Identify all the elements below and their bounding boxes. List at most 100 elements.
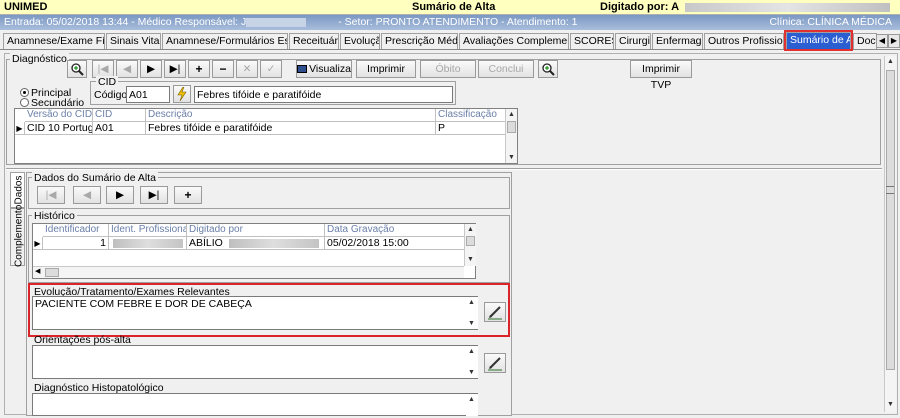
splitter[interactable]: [6, 168, 882, 170]
imprimir-tvp-button[interactable]: Imprimir TVP: [630, 60, 692, 91]
col-classificacao[interactable]: Classificação: [436, 109, 506, 122]
col-descricao[interactable]: Descrição: [146, 109, 436, 122]
last-record-button[interactable]: ▶|: [164, 60, 186, 78]
sumario-add-button[interactable]: +: [174, 186, 202, 204]
sumario-last-button[interactable]: ▶|: [140, 186, 168, 204]
historico-scrollbar[interactable]: ▲ ▼: [464, 224, 476, 266]
table-cell[interactable]: P: [436, 122, 506, 135]
scroll-thumb[interactable]: [507, 121, 516, 133]
tab-avaliacoes-complementares[interactable]: Avaliações Complementares: [459, 33, 569, 49]
search-icon[interactable]: [67, 60, 87, 78]
confirm-edit-button[interactable]: ✓: [260, 60, 282, 78]
diagnostico-legend: Diagnóstico: [10, 53, 69, 65]
row-indicator-icon: ▶: [15, 122, 25, 135]
table-cell[interactable]: 05/02/2018 15:00: [325, 237, 465, 250]
col-data-gravacao[interactable]: Data Gravação: [325, 224, 465, 237]
table-cell[interactable]: A01: [93, 122, 146, 135]
hscroll-thumb[interactable]: [45, 268, 59, 277]
tab-sinais-vitais[interactable]: Sinais Vitais: [106, 33, 161, 49]
tab-anamnese-formularios[interactable]: Anamnese/Formulários Especiais: [162, 33, 288, 49]
tab-prescricao-medica[interactable]: Prescrição Médica: [381, 33, 458, 49]
redacted-doctor-blur: [246, 18, 306, 27]
scroll-left-icon[interactable]: ◀: [35, 267, 40, 275]
scroll-thumb[interactable]: [466, 236, 475, 246]
diagnostico-histo-scrollbar[interactable]: ▲: [466, 394, 478, 416]
radio-secundario-dot[interactable]: [20, 98, 29, 107]
codigo-label: Código: [94, 89, 128, 101]
cid-descricao-input[interactable]: Febres tifóide e paratifóide: [194, 86, 453, 103]
info-bar: Entrada: 05/02/2018 13:44 - Médico Respo…: [0, 15, 900, 30]
zoom-icon[interactable]: [538, 60, 558, 78]
scroll-up-icon[interactable]: ▲: [885, 56, 896, 67]
highlight-box: [28, 283, 510, 337]
scroll-down-icon[interactable]: ▼: [506, 152, 517, 163]
table-cell[interactable]: Febres tifóide e paratifóide: [146, 122, 436, 135]
row-indicator-icon: ▶: [33, 237, 43, 250]
table-cell[interactable]: 1: [43, 237, 109, 250]
sector-text: - Setor: PRONTO ATENDIMENTO - Atendiment…: [338, 16, 578, 28]
side-tab-complemento[interactable]: Complemento: [10, 205, 25, 267]
tab-enfermagem[interactable]: Enfermagem: [652, 33, 703, 49]
conclui-button[interactable]: Conclui: [478, 60, 534, 78]
cid-grid: Versão do CID CID Descrição Classificaçã…: [14, 108, 518, 164]
sumario-next-button[interactable]: ▶: [106, 186, 134, 204]
cancel-edit-button[interactable]: ✕: [236, 60, 258, 78]
delete-record-button[interactable]: −: [212, 60, 234, 78]
cid-legend: CID: [96, 76, 119, 88]
tab-scroll-right-icon[interactable]: ▶: [888, 34, 900, 48]
main-tabs: Anamnese/Exame Físico Sinais Vitais Anam…: [0, 30, 900, 51]
col-digitado-por[interactable]: Digitado por: [187, 224, 325, 237]
visualiza-button[interactable]: Visualiza: [296, 60, 352, 78]
diagnostico-histo-textarea[interactable]: [32, 393, 478, 416]
title-bar: UNIMED Sumário de Alta Digitado por: A: [0, 0, 900, 15]
scroll-down-icon[interactable]: ▼: [885, 399, 896, 410]
main-vscrollbar[interactable]: ▲ ▼: [884, 56, 896, 412]
historico-grid: Identificador Ident. Profissional Digita…: [32, 223, 476, 279]
tab-scores[interactable]: SCORES: [570, 33, 614, 49]
tab-anamnese-exame-fisico[interactable]: Anamnese/Exame Físico: [3, 33, 105, 49]
scroll-up-icon[interactable]: ▲: [466, 346, 477, 357]
obito-button[interactable]: Óbito: [420, 60, 476, 78]
table-cell[interactable]: CID 10 Português: [25, 122, 93, 135]
side-tab-dados[interactable]: Dados: [10, 172, 25, 208]
orientacoes-scrollbar[interactable]: ▲ ▼: [466, 346, 478, 378]
col-identificador[interactable]: Identificador: [43, 224, 109, 237]
scroll-up-icon[interactable]: ▲: [506, 109, 517, 120]
lightning-icon[interactable]: [173, 85, 191, 103]
scroll-down-icon[interactable]: ▼: [465, 254, 476, 265]
scroll-up-icon[interactable]: ▲: [465, 224, 476, 235]
historico-legend: Histórico: [32, 210, 77, 222]
col-versao-cid[interactable]: Versão do CID: [25, 109, 93, 122]
main-scroll-thumb[interactable]: [886, 70, 895, 370]
cid-grid-scrollbar[interactable]: ▲ ▼: [505, 109, 517, 163]
edit-pen-icon[interactable]: [484, 353, 506, 373]
orientacoes-textarea[interactable]: [32, 345, 478, 379]
historico-hscrollbar[interactable]: ◀: [33, 266, 464, 278]
typed-by-label: Digitado por: A: [600, 1, 680, 13]
sumario-first-button[interactable]: |◀: [37, 186, 65, 204]
redacted-professional: [113, 239, 183, 248]
imprimir-button[interactable]: Imprimir: [356, 60, 416, 78]
clinic-text: Clínica: CLÍNICA MÉDICA: [769, 16, 892, 28]
tab-documentos[interactable]: Docu: [853, 33, 877, 49]
tab-outros-profissionais[interactable]: Outros Profissionais: [704, 33, 784, 49]
sumario-prev-button[interactable]: ◀: [73, 186, 101, 204]
add-record-button[interactable]: +: [188, 60, 210, 78]
sumario-legend: Dados do Sumário de Alta: [32, 172, 158, 184]
col-ident-profissional[interactable]: Ident. Profissional: [109, 224, 187, 237]
visualiza-label: Visualiza: [309, 63, 351, 75]
redacted-user: [229, 239, 319, 248]
radio-principal-dot[interactable]: [20, 88, 29, 97]
tab-cirurgias[interactable]: Cirurgias: [615, 33, 651, 49]
prev-record-button[interactable]: ◀: [116, 60, 138, 78]
tab-scroll-left-icon[interactable]: ◀: [876, 34, 888, 48]
scroll-down-icon[interactable]: ▼: [466, 367, 477, 378]
col-cid[interactable]: CID: [93, 109, 146, 122]
tab-evolucao[interactable]: Evolução: [340, 33, 380, 49]
next-record-button[interactable]: ▶: [140, 60, 162, 78]
codigo-input[interactable]: A01: [126, 86, 170, 103]
tab-receituario[interactable]: Receituário: [289, 33, 339, 49]
scroll-up-icon[interactable]: ▲: [466, 394, 477, 405]
app-name: UNIMED: [4, 1, 48, 13]
tab-sumario-de-alta[interactable]: Sumário de Alta: [784, 30, 853, 51]
